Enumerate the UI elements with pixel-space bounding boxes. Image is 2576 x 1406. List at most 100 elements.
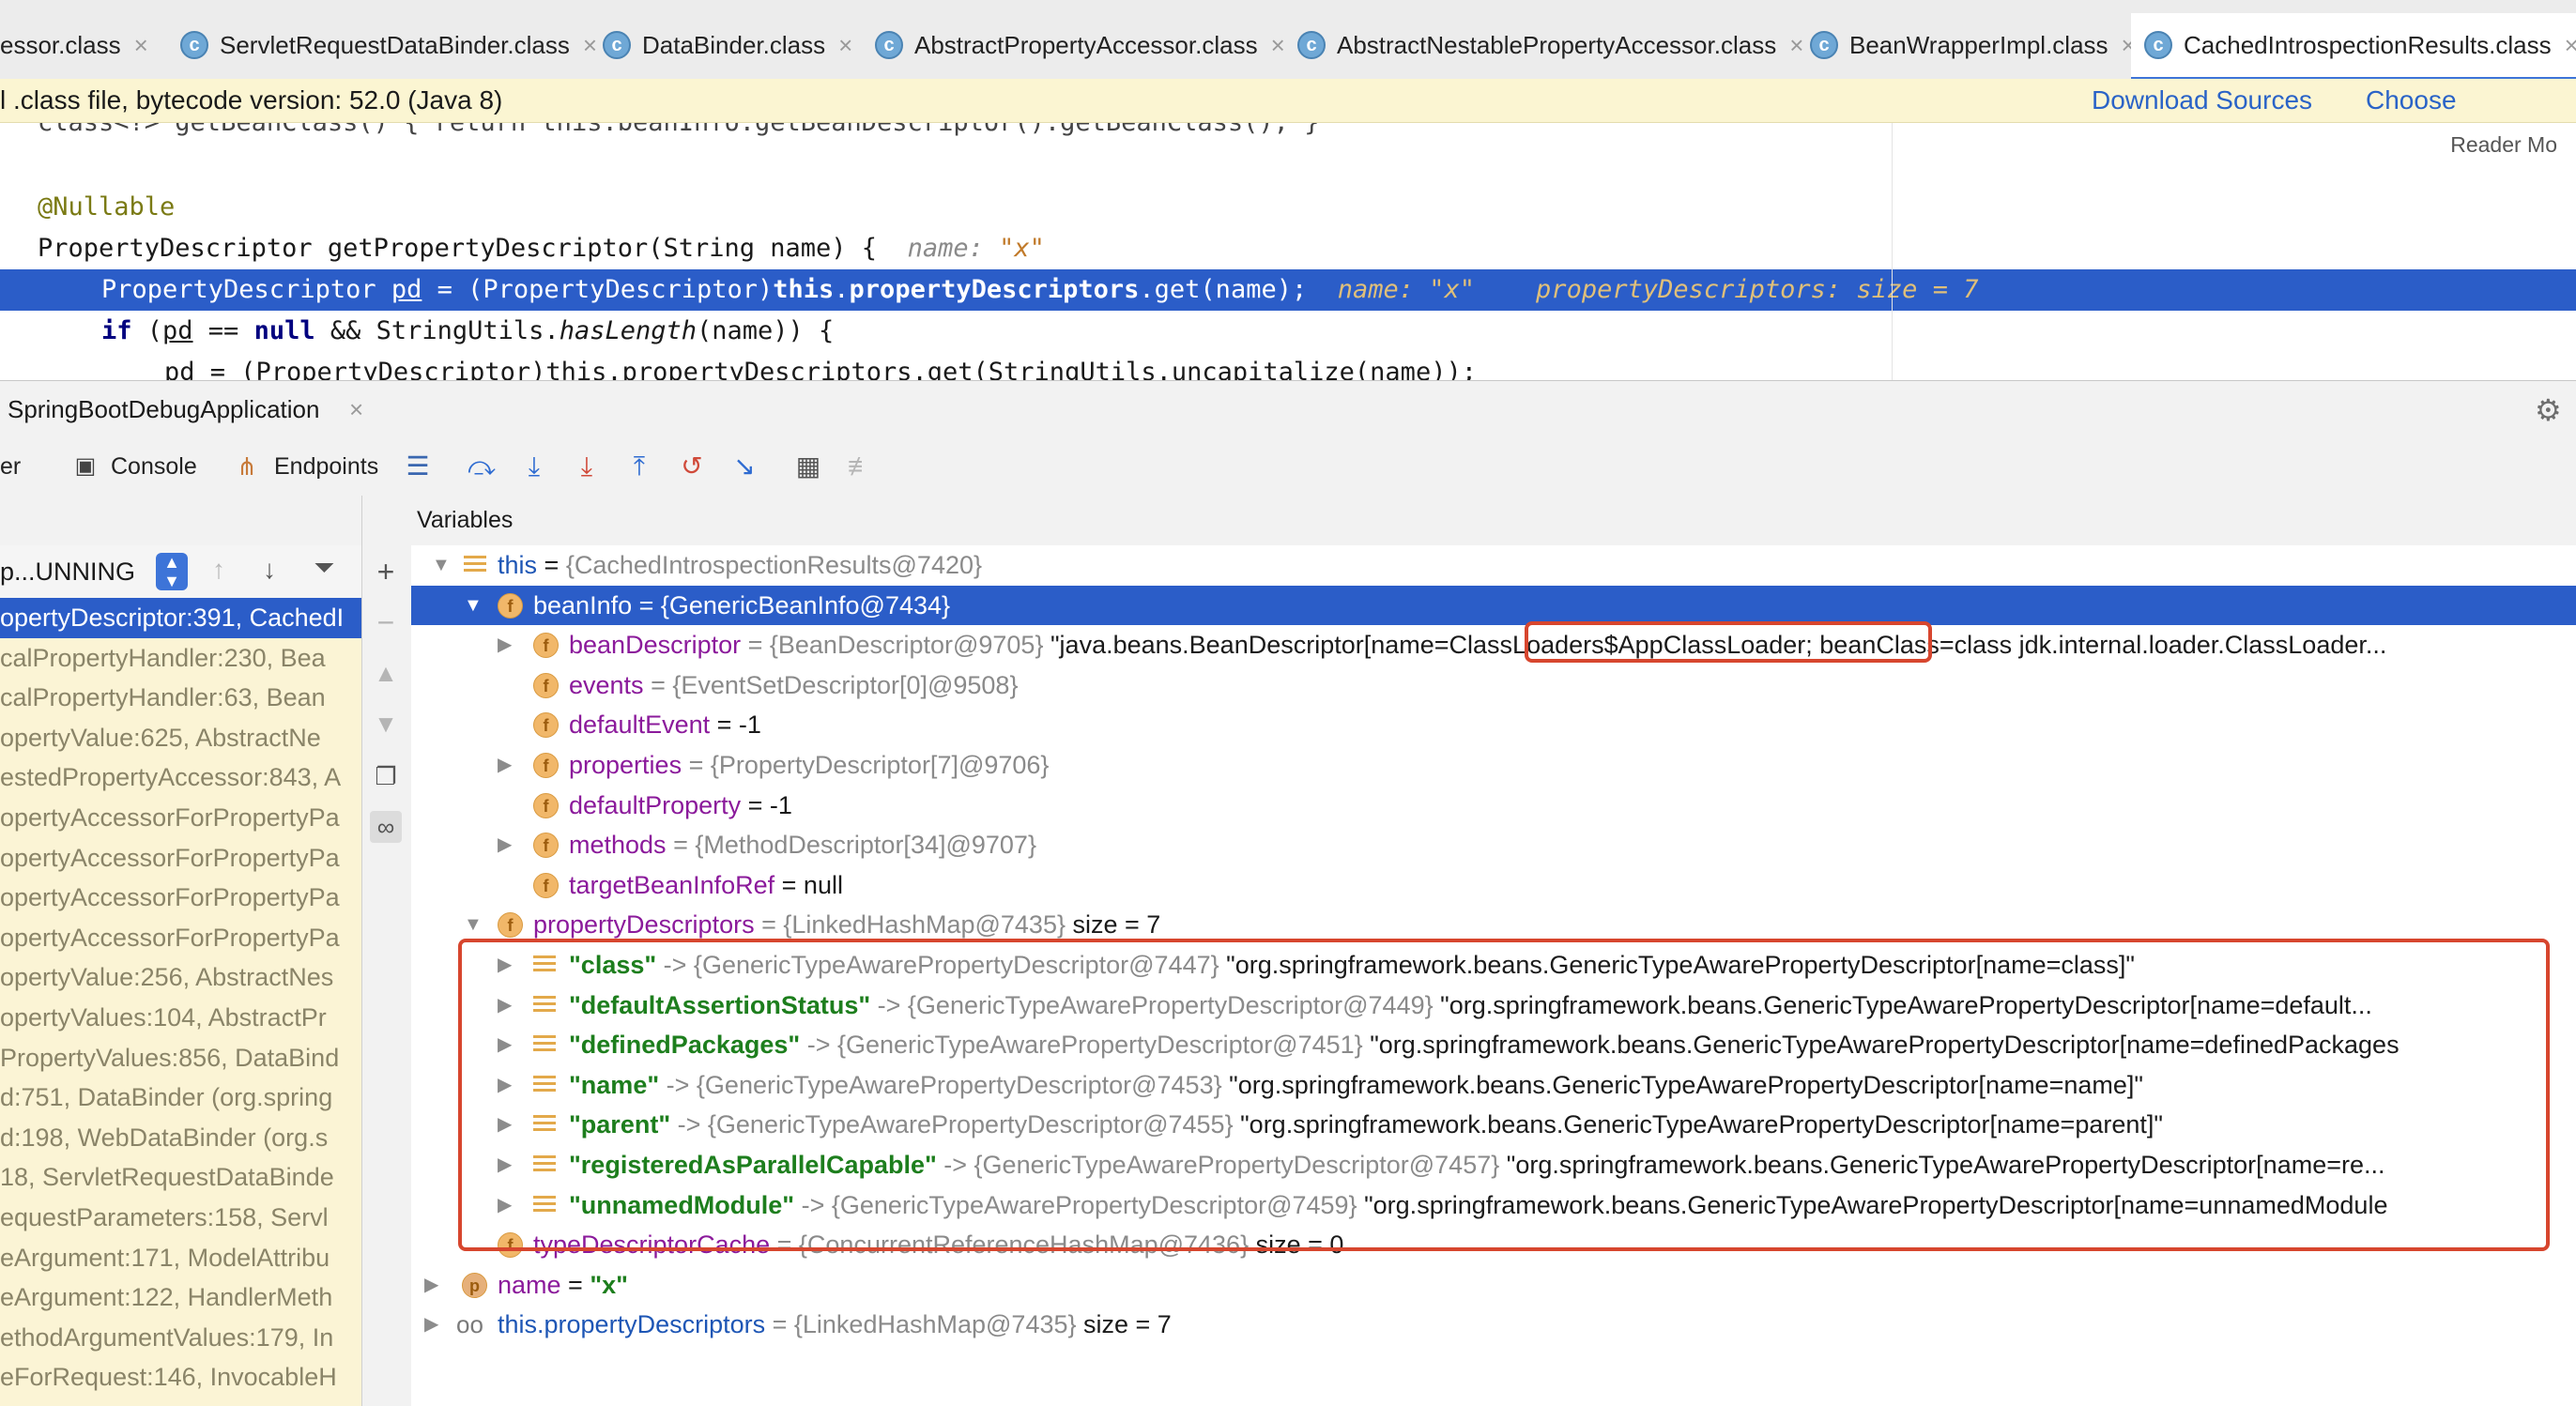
move-down-icon[interactable]: ▼ xyxy=(370,708,402,740)
stack-frame[interactable]: opertyAccessorForPropertyPa xyxy=(0,878,361,918)
collapsed-arrow-icon[interactable]: ▶ xyxy=(498,625,512,665)
add-watch-icon[interactable]: + xyxy=(370,556,402,588)
tab-essor-class[interactable]: essor.class × xyxy=(0,13,148,77)
stack-frame[interactable]: 18, ServletRequestDataBinde xyxy=(0,1157,361,1198)
code-editor[interactable]: class<?> getBeanClass() { return this.be… xyxy=(0,123,2576,380)
watch-glasses-icon: oo xyxy=(456,1310,483,1339)
gear-icon[interactable]: ⚙ xyxy=(2535,392,2562,428)
step-into-icon[interactable]: ⤓ xyxy=(518,451,550,482)
stack-frame[interactable]: opertyAccessorForPropertyPa xyxy=(0,838,361,879)
variable-row-defaultproperty[interactable]: f defaultProperty = -1 xyxy=(411,786,2576,826)
close-icon[interactable]: × xyxy=(1271,31,1285,60)
expanded-arrow-icon[interactable]: ▼ xyxy=(432,545,451,586)
collapsed-arrow-icon[interactable]: ▶ xyxy=(498,745,512,786)
evaluate-expression-icon[interactable]: ▦ xyxy=(792,451,824,482)
debug-toolbar: er ▣ Console ⋔ Endpoints ☰ ⤼ ⤓ ⤓ ⤒ ↺ ↘ ▦… xyxy=(0,437,2576,497)
stack-frame[interactable]: opertyValue:625, AbstractNe xyxy=(0,718,361,758)
stack-frame[interactable]: calPropertyHandler:230, Bea xyxy=(0,638,361,679)
variable-value: "x" xyxy=(590,1270,628,1299)
stack-frame[interactable]: calPropertyHandler:63, Bean xyxy=(0,678,361,718)
collapsed-arrow-icon[interactable]: ▶ xyxy=(498,825,512,865)
variable-row-defaultevent[interactable]: f defaultEvent = -1 xyxy=(411,705,2576,745)
arrow-up-icon[interactable]: ↑ xyxy=(212,555,225,585)
variable-row-beaninfo[interactable]: ▼ f beanInfo = {GenericBeanInfo@7434} xyxy=(411,585,2576,626)
stack-frame[interactable]: opertyValue:256, AbstractNes xyxy=(0,957,361,998)
variable-row-name[interactable]: ▶ p name = "x" xyxy=(411,1265,2576,1306)
reader-mode-toggle[interactable]: Reader Mo xyxy=(2450,132,2557,158)
tab-cachedintrospectionresults[interactable]: c CachedIntrospectionResults.class × xyxy=(2131,13,2576,81)
copy-icon[interactable]: ❐ xyxy=(370,760,402,792)
stack-frame[interactable]: ethodArgumentValues:179, In xyxy=(0,1318,361,1358)
glasses-icon[interactable]: ∞ xyxy=(370,811,402,843)
watch-row-propertydescriptors[interactable]: ▶ oo this.propertyDescriptors = {LinkedH… xyxy=(411,1305,2576,1345)
code-line: class<?> getBeanClass() { return this.be… xyxy=(0,123,2576,144)
close-icon[interactable]: × xyxy=(134,31,148,60)
remove-watch-icon[interactable]: − xyxy=(370,606,402,638)
choose-sources-link[interactable]: Choose Sources... xyxy=(2366,79,2576,158)
stack-frame[interactable]: equestParameters:158, Servl xyxy=(0,1198,361,1238)
tab-beanwrapperimpl[interactable]: c BeanWrapperImpl.class × xyxy=(1810,13,2136,77)
tab-label: essor.class xyxy=(0,30,121,59)
variable-name: defaultProperty xyxy=(569,790,742,819)
stack-frame[interactable]: PropertyValues:856, DataBind xyxy=(0,1038,361,1078)
filter-icon[interactable]: ⏷ xyxy=(314,553,334,584)
run-to-cursor-icon[interactable]: ↘ xyxy=(728,451,760,482)
stack-frame[interactable]: opertyValues:104, AbstractPr xyxy=(0,998,361,1038)
thread-selector[interactable]: p...UNNING ▲ ▼ ↑ ↓ ⏷ xyxy=(0,545,361,599)
close-icon[interactable]: × xyxy=(349,381,363,437)
collapsed-arrow-icon[interactable]: ▶ xyxy=(424,1265,438,1306)
editor-divider xyxy=(1892,123,1893,380)
stack-frame[interactable]: d:751, DataBinder (org.spring xyxy=(0,1077,361,1118)
variable-row-beandescriptor[interactable]: ▶ f beanDescriptor = {BeanDescriptor@970… xyxy=(411,625,2576,665)
tab-servletrequestdatabinder[interactable]: c ServletRequestDataBinder.class × xyxy=(180,13,597,77)
class-icon: c xyxy=(1810,31,1838,59)
close-icon[interactable]: × xyxy=(838,31,852,60)
stack-frame[interactable]: opertyAccessorForPropertyPa xyxy=(0,798,361,838)
tab-abstractpropertyaccessor[interactable]: c AbstractPropertyAccessor.class × xyxy=(875,13,1285,77)
console-tab[interactable]: Console xyxy=(111,437,197,496)
close-icon[interactable]: × xyxy=(583,31,597,60)
stack-frame[interactable]: eForRequest:146, InvocableH xyxy=(0,1357,361,1398)
tab-databinder[interactable]: c DataBinder.class × xyxy=(603,13,852,77)
debugger-tab[interactable]: er xyxy=(0,437,21,496)
variable-object: = {MethodDescriptor[34]@9707} xyxy=(666,831,1036,860)
force-step-into-icon[interactable]: ⤓ xyxy=(571,451,603,482)
trace-icon[interactable]: ≢ xyxy=(845,451,877,482)
variable-row-properties[interactable]: ▶ f properties = {PropertyDescriptor[7]@… xyxy=(411,745,2576,786)
menu-icon[interactable]: ☰ xyxy=(402,451,434,482)
method-signature: PropertyDescriptor getPropertyDescriptor… xyxy=(38,234,878,263)
field-icon: f xyxy=(498,592,523,619)
endpoints-tab[interactable]: Endpoints xyxy=(274,437,378,496)
stack-frame[interactable]: eArgument:122, HandlerMeth xyxy=(0,1277,361,1318)
close-icon[interactable]: × xyxy=(2565,31,2576,60)
stack-frame[interactable]: opertyDescriptor:391, CachedI xyxy=(0,598,361,638)
download-sources-link[interactable]: Download Sources xyxy=(2092,79,2312,122)
tab-abstractnestablepropertyaccessor[interactable]: c AbstractNestablePropertyAccessor.class… xyxy=(1297,13,1803,77)
step-out-icon[interactable]: ⤒ xyxy=(623,451,655,482)
thread-dropdown-icon[interactable]: ▲ ▼ xyxy=(156,553,188,590)
drop-frame-icon[interactable]: ↺ xyxy=(676,451,708,482)
highlight-box-classloader xyxy=(1525,621,1932,663)
stack-frame[interactable]: d:198, WebDataBinder (org.s xyxy=(0,1118,361,1158)
variable-row-this[interactable]: ▼ this = {CachedIntrospectionResults@742… xyxy=(411,545,2576,586)
stack-frame[interactable]: eArgument:171, ModelAttribu xyxy=(0,1238,361,1278)
stack-frame[interactable]: opertyAccessorForPropertyPa xyxy=(0,918,361,958)
move-up-icon[interactable]: ▲ xyxy=(370,657,402,689)
arrow-down-icon[interactable]: ↓ xyxy=(263,555,276,585)
step-over-icon[interactable]: ⤼ xyxy=(466,451,498,482)
variable-row-targetbeaninforef[interactable]: f targetBeanInfoRef = null xyxy=(411,865,2576,906)
variable-row-events[interactable]: f events = {EventSetDescriptor[0]@9508} xyxy=(411,665,2576,706)
field-icon: f xyxy=(533,672,559,698)
collapsed-arrow-icon[interactable]: ▶ xyxy=(424,1305,438,1345)
debug-session-bar: SpringBootDebugApplication × ⚙ xyxy=(0,380,2576,438)
variable-row-methods[interactable]: ▶ f methods = {MethodDescriptor[34]@9707… xyxy=(411,825,2576,865)
stack-frame[interactable]: estedPropertyAccessor:843, A xyxy=(0,757,361,798)
variables-title: Variables xyxy=(417,507,514,533)
code-token: (name)) { xyxy=(697,316,835,345)
variables-tree[interactable]: ▼ this = {CachedIntrospectionResults@742… xyxy=(411,545,2576,1406)
expanded-arrow-icon[interactable]: ▼ xyxy=(464,586,483,626)
debug-session-tab[interactable]: SpringBootDebugApplication xyxy=(8,381,319,437)
variable-value: = -1 xyxy=(710,711,761,740)
close-icon[interactable]: × xyxy=(1789,31,1803,60)
variable-name: defaultEvent xyxy=(569,711,711,740)
